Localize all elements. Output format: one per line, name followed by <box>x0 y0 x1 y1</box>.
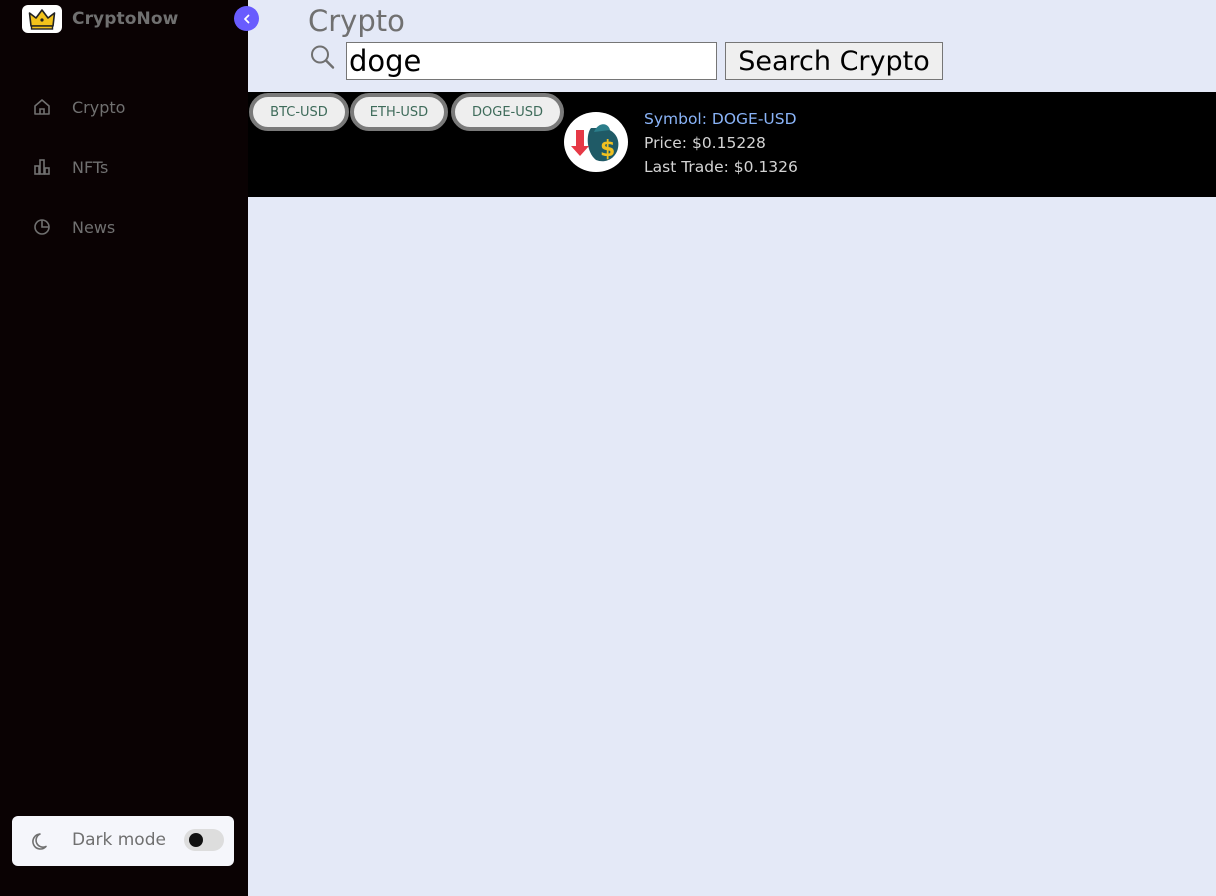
search-icon <box>311 45 335 69</box>
bar-chart-icon <box>31 156 53 178</box>
brand-name: CryptoNow <box>72 9 179 29</box>
crown-icon <box>28 9 56 30</box>
search-input[interactable] <box>346 42 717 80</box>
moon-icon <box>32 833 47 850</box>
sidebar-item-nfts[interactable]: NFTs <box>0 147 248 187</box>
page-title: Crypto <box>308 4 405 38</box>
svg-text:$: $ <box>600 137 615 162</box>
result-price: Price: $0.15228 <box>644 134 766 152</box>
sidebar-item-label: NFTs <box>72 157 109 177</box>
price-down-dollar-icon: $ <box>571 124 619 162</box>
toggle-knob <box>189 833 203 847</box>
result-symbol[interactable]: Symbol: DOGE-USD <box>644 110 797 128</box>
sidebar-collapse-button[interactable] <box>234 6 259 31</box>
dark-mode-label: Dark mode <box>72 830 166 850</box>
chip-btc-usd[interactable]: BTC-USD <box>249 93 349 131</box>
coin-logo: $ <box>564 112 628 172</box>
result-last-trade: Last Trade: $0.1326 <box>644 158 798 176</box>
search-crypto-button[interactable]: Search Crypto <box>725 42 943 80</box>
brand-logo[interactable] <box>22 5 62 33</box>
chevron-left-icon <box>243 14 249 23</box>
home-icon <box>31 96 53 118</box>
results-bar: BTC-USD ETH-USD DOGE-USD $ Symbol: DOGE-… <box>248 92 1216 197</box>
dark-mode-row: Dark mode <box>12 816 234 866</box>
pie-chart-icon <box>31 216 53 238</box>
sidebar-item-label: News <box>72 217 116 237</box>
chip-doge-usd[interactable]: DOGE-USD <box>451 93 564 131</box>
chip-eth-usd[interactable]: ETH-USD <box>350 93 448 131</box>
sidebar: CryptoNow Crypto NFTs News Dark mode <box>0 0 259 896</box>
sidebar-item-label: Crypto <box>72 97 126 117</box>
dark-mode-toggle[interactable] <box>184 829 224 851</box>
sidebar-item-news[interactable]: News <box>0 207 248 247</box>
sidebar-item-crypto[interactable]: Crypto <box>0 87 248 127</box>
